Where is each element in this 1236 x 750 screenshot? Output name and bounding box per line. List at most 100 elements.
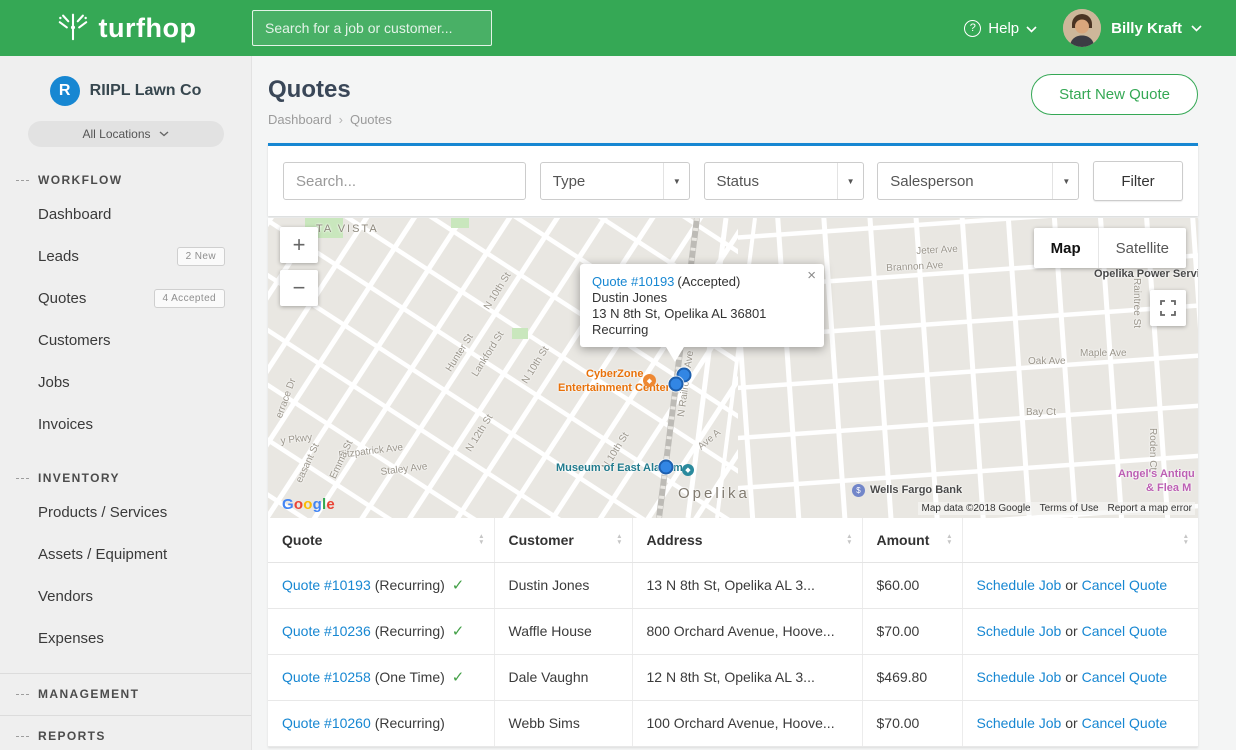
location-selector[interactable]: All Locations <box>28 121 224 147</box>
status-select[interactable]: Status ▼ <box>704 162 864 200</box>
column-header-address[interactable]: Address ▲▼ <box>632 518 862 562</box>
help-icon: ? <box>964 20 981 37</box>
quote-link[interactable]: Quote #10258 <box>282 669 371 685</box>
sidebar-item-label: Assets / Equipment <box>38 546 167 563</box>
sort-icon[interactable]: ▲▼ <box>946 534 952 546</box>
chevron-down-icon <box>160 132 168 136</box>
sidebar-item-customers[interactable]: Customers <box>0 319 251 361</box>
sidebar-item-badge: 4 Accepted <box>154 289 225 308</box>
report-map-error-link[interactable]: Report a map error <box>1108 503 1192 514</box>
map-label: Roden Ct <box>1147 428 1158 470</box>
table-header-row: Quote▲▼ Customer▲▼ Address ▲▼ Amount ▲▼ ▲▼ <box>268 518 1198 562</box>
column-header-quote[interactable]: Quote▲▼ <box>268 518 494 562</box>
breadcrumb: Dashboard›Quotes <box>268 112 392 127</box>
accepted-check-icon: ✓ <box>452 669 465 686</box>
customer-cell: Waffle House <box>494 608 632 654</box>
sidebar-section-header-management[interactable]: MANAGEMENT <box>0 687 251 701</box>
sidebar-item-products-services[interactable]: Products / Services <box>0 491 251 533</box>
breadcrumb-dashboard[interactable]: Dashboard <box>268 112 332 127</box>
avatar[interactable] <box>1063 9 1101 47</box>
sidebar-item-label: Dashboard <box>38 206 111 223</box>
column-label: Amount <box>877 532 930 548</box>
satellite-view-button[interactable]: Satellite <box>1099 228 1186 268</box>
quotes-search-input[interactable] <box>283 162 526 200</box>
main-content: Quotes Dashboard›Quotes Start New Quote … <box>252 56 1236 750</box>
cancel-quote-link[interactable]: Cancel Quote <box>1082 623 1168 639</box>
column-header-customer[interactable]: Customer▲▼ <box>494 518 632 562</box>
amount-cell: $70.00 <box>862 608 962 654</box>
cancel-quote-link[interactable]: Cancel Quote <box>1082 577 1168 593</box>
sort-icon[interactable]: ▲▼ <box>1183 534 1189 546</box>
zoom-out-button[interactable]: − <box>280 270 318 306</box>
quote-type-label: (Recurring) <box>375 577 445 593</box>
action-joiner: or <box>1061 577 1081 593</box>
help-label: Help <box>988 20 1019 37</box>
schedule-job-link[interactable]: Schedule Job <box>977 715 1062 731</box>
sidebar: R RIIPL Lawn Co All Locations WORKFLOWDa… <box>0 56 252 750</box>
select-arrow-icon: ▼ <box>663 163 689 199</box>
schedule-job-link[interactable]: Schedule Job <box>977 669 1062 685</box>
global-search-input[interactable] <box>252 10 492 46</box>
column-label: Address <box>647 532 703 548</box>
salesperson-select-value: Salesperson <box>890 173 973 190</box>
terms-of-use-link[interactable]: Terms of Use <box>1040 503 1099 514</box>
sidebar-item-vendors[interactable]: Vendors <box>0 575 251 617</box>
sidebar-section-label: INVENTORY <box>38 471 120 485</box>
filter-button[interactable]: Filter <box>1093 161 1183 201</box>
section-dash-icon <box>16 736 29 737</box>
map-type-toggle: Map Satellite <box>1034 228 1186 268</box>
zoom-in-button[interactable]: + <box>280 227 318 263</box>
sidebar-item-assets-equipment[interactable]: Assets / Equipment <box>0 533 251 575</box>
info-window-quote-link[interactable]: Quote #10193 <box>592 274 674 289</box>
map-label: Oak Ave <box>1028 356 1066 367</box>
sidebar-section: INVENTORY Products / Services Assets / Equ… <box>0 471 251 659</box>
sidebar-item-leads[interactable]: Leads2 New <box>0 235 251 277</box>
user-menu[interactable]: Billy Kraft <box>1111 19 1202 37</box>
start-new-quote-button[interactable]: Start New Quote <box>1031 74 1198 115</box>
sidebar-item-dashboard[interactable]: Dashboard <box>0 193 251 235</box>
app-name: turfhop <box>99 13 197 44</box>
quote-map-pin[interactable] <box>659 460 674 475</box>
map-zoom-controls: + − <box>280 227 318 306</box>
map-canvas[interactable]: TA VISTAJeter AveBrannon AveOpelika Powe… <box>268 218 1198 518</box>
sort-icon[interactable]: ▲▼ <box>846 534 852 546</box>
sort-icon[interactable]: ▲▼ <box>478 534 484 546</box>
sidebar-section-label: WORKFLOW <box>38 173 123 187</box>
bank-poi-icon[interactable]: $ <box>852 484 865 497</box>
section-dash-icon <box>16 478 29 479</box>
cancel-quote-link[interactable]: Cancel Quote <box>1082 669 1168 685</box>
sidebar-section: WORKFLOW Dashboard Leads2 NewQuotes4 Accep… <box>0 173 251 445</box>
quote-map-pin[interactable] <box>669 377 684 392</box>
help-menu[interactable]: ? Help <box>964 20 1037 37</box>
action-joiner: or <box>1061 715 1081 731</box>
museum-poi-icon[interactable]: ◆ <box>682 464 694 476</box>
map-view-button[interactable]: Map <box>1034 228 1099 268</box>
fullscreen-button[interactable] <box>1150 290 1186 326</box>
salesperson-select[interactable]: Salesperson ▼ <box>877 162 1079 200</box>
schedule-job-link[interactable]: Schedule Job <box>977 623 1062 639</box>
sidebar-item-quotes[interactable]: Quotes4 Accepted <box>0 277 251 319</box>
sidebar-item-expenses[interactable]: Expenses <box>0 617 251 659</box>
sidebar-item-badge: 2 New <box>177 247 225 266</box>
company-name: RIIPL Lawn Co <box>90 82 202 100</box>
column-header-actions[interactable]: ▲▼ <box>962 518 1198 562</box>
cyberzone-poi-icon[interactable]: ◆ <box>643 374 656 387</box>
sidebar-section-header-reports[interactable]: REPORTS <box>0 729 251 743</box>
sort-icon[interactable]: ▲▼ <box>616 534 622 546</box>
customer-cell: Webb Sims <box>494 700 632 746</box>
quote-link[interactable]: Quote #10236 <box>282 623 371 639</box>
sidebar-item-invoices[interactable]: Invoices <box>0 403 251 445</box>
schedule-job-link[interactable]: Schedule Job <box>977 577 1062 593</box>
cancel-quote-link[interactable]: Cancel Quote <box>1082 715 1168 731</box>
google-logo[interactable]: Google <box>282 496 335 513</box>
sidebar-item-jobs[interactable]: Jobs <box>0 361 251 403</box>
google-logo-letter: o <box>303 496 312 513</box>
type-select[interactable]: Type ▼ <box>540 162 690 200</box>
quote-link[interactable]: Quote #10193 <box>282 577 371 593</box>
column-header-amount[interactable]: Amount ▲▼ <box>862 518 962 562</box>
google-logo-letter: o <box>294 496 303 513</box>
google-logo-letter: g <box>313 496 322 513</box>
info-window-close-icon[interactable]: × <box>807 268 816 284</box>
app-logo[interactable]: turfhop <box>0 9 252 48</box>
quote-link[interactable]: Quote #10260 <box>282 715 371 731</box>
